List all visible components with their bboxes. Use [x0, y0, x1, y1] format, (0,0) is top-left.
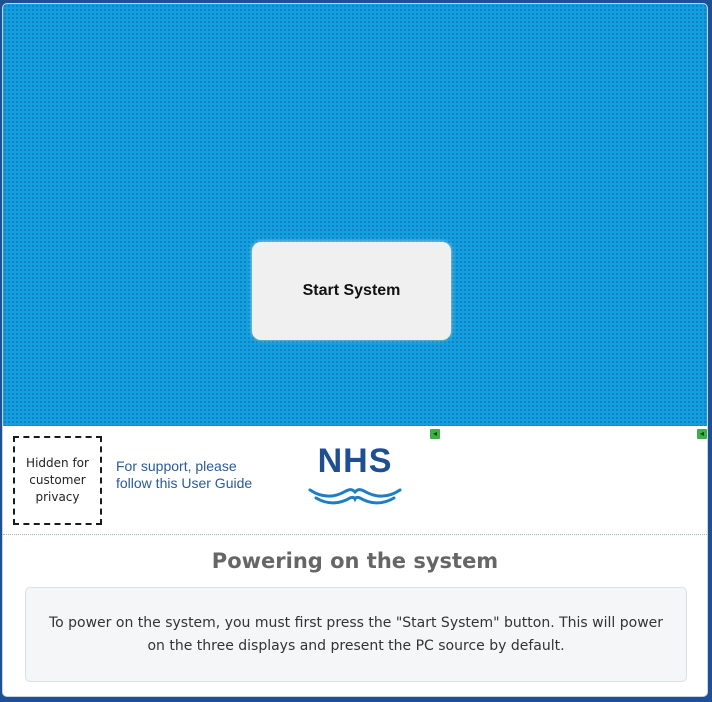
waves-icon: [308, 488, 402, 505]
privacy-placeholder: Hidden for customer privacy: [13, 436, 102, 525]
privacy-placeholder-text: Hidden for customer privacy: [26, 456, 89, 504]
instruction-title: Powering on the system: [211, 549, 499, 573]
resize-handle-icon[interactable]: ◂: [430, 429, 440, 439]
instruction-body-text: To power on the system, you must first p…: [48, 614, 664, 654]
guide-window: Start System Hidden for customer privacy…: [2, 3, 708, 697]
nhs-logo: NHS: [300, 436, 410, 526]
touch-panel-screen: Start System: [3, 4, 707, 427]
instruction-card: Powering on the system To power on the s…: [3, 535, 707, 696]
start-system-label: Start System: [302, 282, 401, 299]
support-user-guide-link[interactable]: For support, please follow this User Gui…: [116, 458, 266, 492]
start-system-button[interactable]: Start System: [252, 242, 451, 340]
instruction-body-box: To power on the system, you must first p…: [25, 587, 687, 682]
nhs-logo-text: NHS: [317, 442, 393, 480]
resize-handle-icon[interactable]: ◂: [697, 429, 707, 439]
panel-footer: Hidden for customer privacy For support,…: [3, 426, 707, 535]
